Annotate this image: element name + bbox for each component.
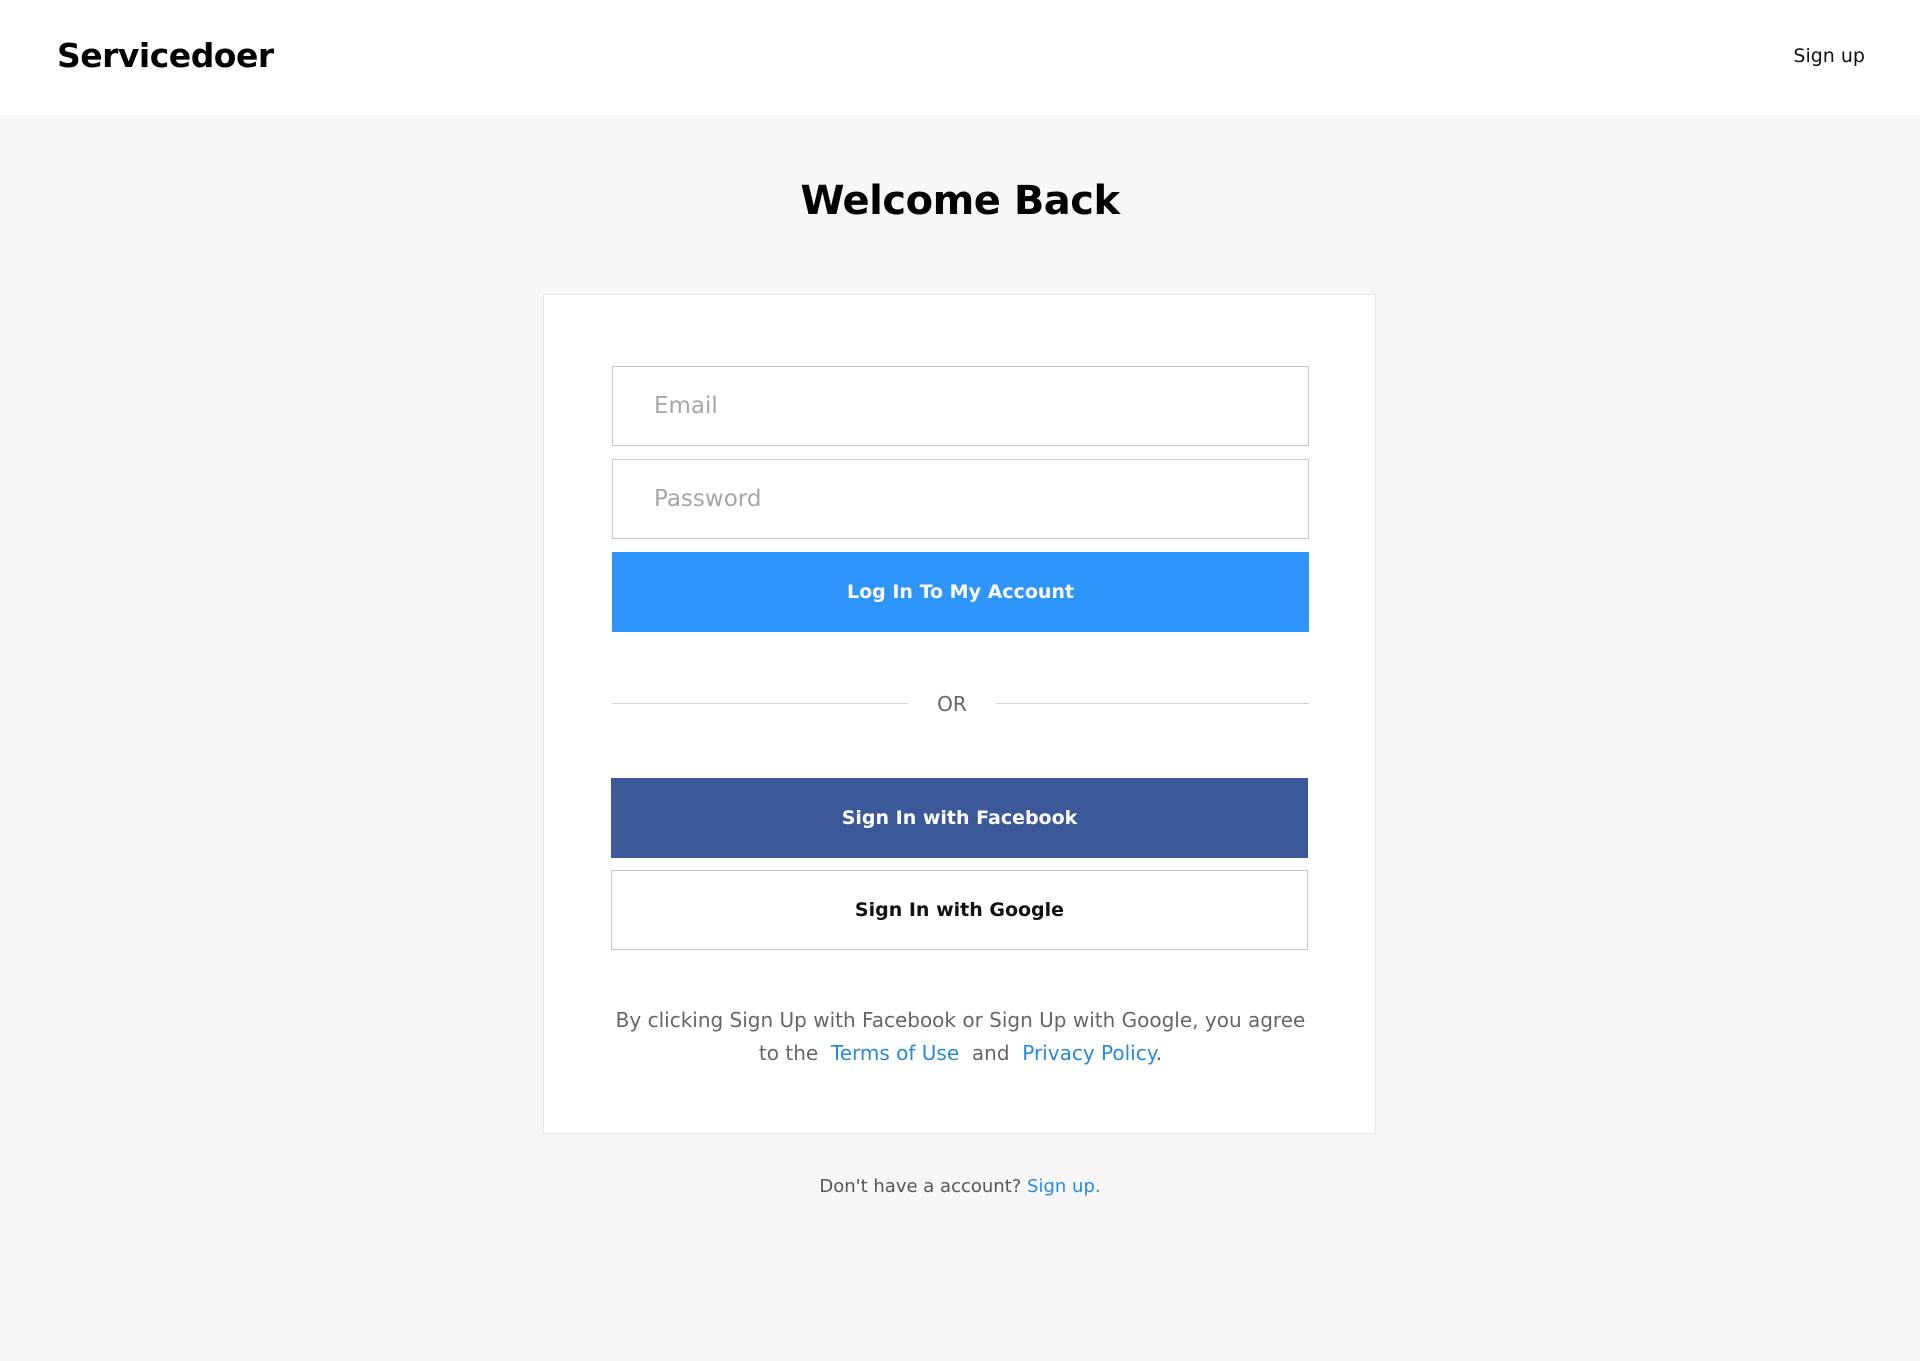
brand-logo[interactable]: Servicedoer	[57, 36, 274, 75]
footer-signup-link[interactable]: Sign up.	[1027, 1176, 1101, 1197]
facebook-signin-button[interactable]: Sign In with Facebook	[611, 778, 1308, 858]
google-signin-button[interactable]: Sign In with Google	[611, 870, 1308, 950]
divider-line-right	[996, 703, 1309, 704]
header-signup-link[interactable]: Sign up	[1793, 45, 1865, 67]
login-button[interactable]: Log In To My Account	[612, 552, 1309, 632]
terms-suffix-text: .	[1155, 1041, 1163, 1065]
signup-prompt: Don't have a account? Sign up.	[0, 1176, 1920, 1197]
page-title: Welcome Back	[800, 178, 1120, 224]
top-header: Servicedoer Sign up	[0, 0, 1920, 115]
terms-prefix-text: By clicking Sign Up with Facebook or Sig…	[615, 1008, 1306, 1065]
privacy-policy-link[interactable]: Privacy Policy	[1022, 1041, 1155, 1065]
divider-line-left	[612, 703, 908, 704]
terms-notice: By clicking Sign Up with Facebook or Sig…	[612, 1004, 1309, 1070]
email-field[interactable]	[612, 366, 1309, 446]
terms-and-text: and	[971, 1041, 1010, 1065]
signup-prompt-text: Don't have a account?	[819, 1176, 1022, 1197]
or-divider-label: OR	[937, 692, 967, 716]
password-field[interactable]	[612, 459, 1309, 539]
terms-of-use-link[interactable]: Terms of Use	[831, 1041, 959, 1065]
